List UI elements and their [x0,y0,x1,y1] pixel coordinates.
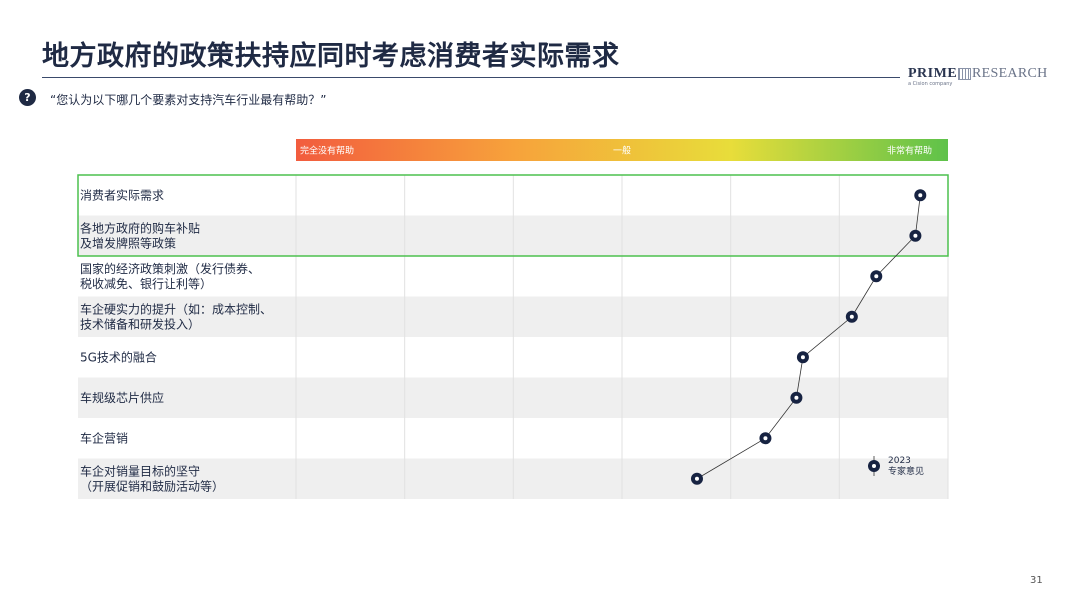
scale-label: 完全没有帮助 [300,145,354,157]
data-point-center [763,436,768,441]
legend-marker-center [872,464,876,468]
page-number: 31 [1030,575,1043,586]
category-label: 消费者实际需求 [80,187,164,202]
category-label: 国家的经济政策刺激（发行债券、税收减免、银行让利等） [80,261,260,291]
data-point-center [794,395,799,400]
category-label: 车企营销 [80,430,128,445]
data-point-center [800,355,805,360]
scale-label: 一般 [613,145,631,157]
category-label: 5G技术的融合 [80,349,157,364]
category-label: 车规级芯片供应 [80,390,164,405]
data-point-center [849,314,854,319]
helpfulness-chart: 完全没有帮助 一般 非常有帮助 消费者实际需求 各地方政府的购车补贴及增发牌照等政策 国家… [0,0,1080,612]
scale-label: 非常有帮助 [887,145,932,157]
data-point-center [694,476,699,481]
chart-svg: 完全没有帮助 一般 非常有帮助消费者实际需求各地方政府的购车补贴及增发牌照等政策国家… [77,139,949,499]
data-point-center [874,274,879,279]
data-point-center [913,233,918,238]
data-point-center [918,193,923,198]
